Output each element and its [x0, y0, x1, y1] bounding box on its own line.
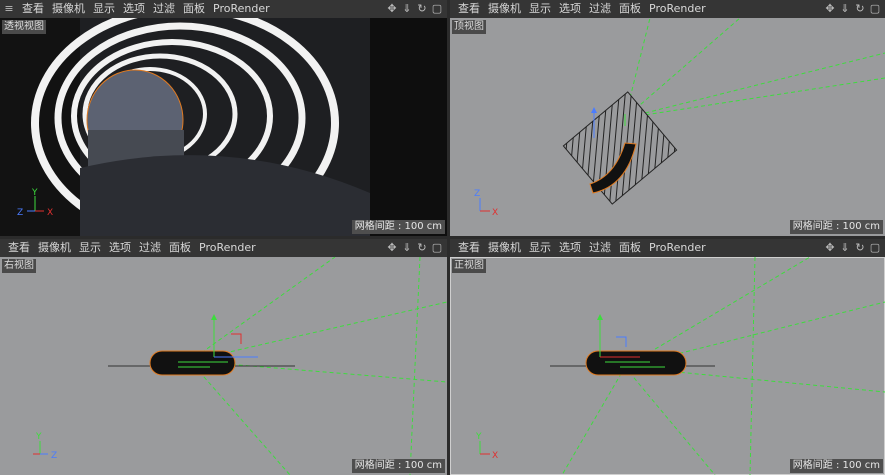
maximize-icon[interactable]: ▢ [431, 0, 443, 18]
rotate-icon[interactable]: ↻ [854, 239, 866, 257]
menu-prorender[interactable]: ProRender [209, 0, 274, 18]
menu-options[interactable]: 选项 [119, 0, 149, 18]
rotate-icon[interactable]: ↻ [416, 0, 428, 18]
menu-camera[interactable]: 摄像机 [34, 239, 75, 257]
menu-prorender[interactable]: ProRender [645, 239, 710, 257]
cinema4d-viewports: ≡ 查看 摄像机 显示 选项 过滤 面板 ProRender ✥ ⇓ ↻ ▢ Y… [0, 0, 885, 475]
menu-view[interactable]: 查看 [454, 0, 484, 18]
menu-options[interactable]: 选项 [105, 239, 135, 257]
menu-camera[interactable]: 摄像机 [484, 0, 525, 18]
menu-panel[interactable]: 面板 [615, 0, 645, 18]
dolly-icon[interactable]: ⇓ [401, 239, 413, 257]
menu-panel[interactable]: 面板 [179, 0, 209, 18]
dolly-icon[interactable]: ⇓ [839, 239, 851, 257]
rotate-icon[interactable]: ↻ [416, 239, 428, 257]
viewport-menubar: 查看 摄像机 显示 选项 过滤 面板 ProRender ✥ ⇓ ↻ ▢ [450, 0, 885, 18]
axis-z-label: Z [17, 208, 23, 218]
maximize-icon[interactable]: ▢ [869, 239, 881, 257]
axis-y-label: Y [475, 432, 482, 442]
viewport-label: 透视视图 [2, 20, 46, 34]
move-icon[interactable]: ✥ [824, 0, 836, 18]
maximize-icon[interactable]: ▢ [431, 239, 443, 257]
menu-panel[interactable]: 面板 [615, 239, 645, 257]
menu-options[interactable]: 选项 [555, 0, 585, 18]
menu-filter[interactable]: 过滤 [585, 0, 615, 18]
menu-panel[interactable]: 面板 [165, 239, 195, 257]
move-icon[interactable]: ✥ [386, 0, 398, 18]
dolly-icon[interactable]: ⇓ [839, 0, 851, 18]
maximize-icon[interactable]: ▢ [869, 0, 881, 18]
grid-spacing: 网格间距 : 100 cm [789, 459, 883, 473]
menu-icon[interactable]: ≡ [0, 0, 18, 18]
viewport-label: 右视图 [2, 259, 36, 273]
viewport-perspective[interactable]: Y Z X 透视视图 网格间距 : 100 cm [0, 18, 447, 236]
pane-perspective: ≡ 查看 摄像机 显示 选项 过滤 面板 ProRender ✥ ⇓ ↻ ▢ Y… [0, 0, 447, 236]
axis-y-label: Y [31, 188, 38, 198]
rotate-icon[interactable]: ↻ [854, 0, 866, 18]
viewport-menubar: ≡ 查看 摄像机 显示 选项 过滤 面板 ProRender ✥ ⇓ ↻ ▢ [0, 0, 447, 18]
menu-filter[interactable]: 过滤 [585, 239, 615, 257]
pane-right: 查看 摄像机 显示 选项 过滤 面板 ProRender ✥ ⇓ ↻ ▢ Y Z… [0, 239, 447, 475]
menu-display[interactable]: 显示 [525, 239, 555, 257]
viewport-label: 正视图 [452, 259, 486, 273]
viewport-front[interactable]: Y X 正视图 网格间距 : 100 cm [450, 257, 885, 475]
move-icon[interactable]: ✥ [386, 239, 398, 257]
grid-spacing: 网格间距 : 100 cm [351, 220, 445, 234]
axis-x-label: X [492, 451, 498, 461]
axis-x-label: X [492, 208, 498, 218]
menu-options[interactable]: 选项 [555, 239, 585, 257]
move-icon[interactable]: ✥ [824, 239, 836, 257]
top-scene: Z X [474, 18, 885, 218]
menu-filter[interactable]: 过滤 [135, 239, 165, 257]
menu-prorender[interactable]: ProRender [645, 0, 710, 18]
right-scene: Y Z [33, 257, 447, 475]
menu-display[interactable]: 显示 [75, 239, 105, 257]
menu-view[interactable]: 查看 [4, 239, 34, 257]
menu-prorender[interactable]: ProRender [195, 239, 260, 257]
axis-z-label: Z [474, 189, 480, 199]
grid-spacing: 网格间距 : 100 cm [351, 459, 445, 473]
viewport-top[interactable]: Z X 顶视图 网格间距 : 100 cm [450, 18, 885, 236]
perspective-scene: Y Z X [0, 18, 447, 236]
pane-top: 查看 摄像机 显示 选项 过滤 面板 ProRender ✥ ⇓ ↻ ▢ Z X… [450, 0, 885, 236]
menu-filter[interactable]: 过滤 [149, 0, 179, 18]
viewport-divider-horizontal[interactable] [0, 236, 885, 239]
front-scene: Y X [475, 257, 885, 475]
axis-z-label: Z [51, 451, 57, 461]
menu-view[interactable]: 查看 [454, 239, 484, 257]
menu-display[interactable]: 显示 [525, 0, 555, 18]
menu-camera[interactable]: 摄像机 [484, 239, 525, 257]
viewport-menubar: 查看 摄像机 显示 选项 过滤 面板 ProRender ✥ ⇓ ↻ ▢ [0, 239, 447, 257]
axis-x-label: X [47, 208, 53, 218]
menu-display[interactable]: 显示 [89, 0, 119, 18]
menu-camera[interactable]: 摄像机 [48, 0, 89, 18]
grid-spacing: 网格间距 : 100 cm [789, 220, 883, 234]
pane-front: 查看 摄像机 显示 选项 过滤 面板 ProRender ✥ ⇓ ↻ ▢ Y X… [450, 239, 885, 475]
menu-view[interactable]: 查看 [18, 0, 48, 18]
viewport-right[interactable]: Y Z 右视图 网格间距 : 100 cm [0, 257, 447, 475]
axis-y-label: Y [35, 432, 42, 442]
viewport-label: 顶视图 [452, 20, 486, 34]
viewport-menubar: 查看 摄像机 显示 选项 过滤 面板 ProRender ✥ ⇓ ↻ ▢ [450, 239, 885, 257]
dolly-icon[interactable]: ⇓ [401, 0, 413, 18]
